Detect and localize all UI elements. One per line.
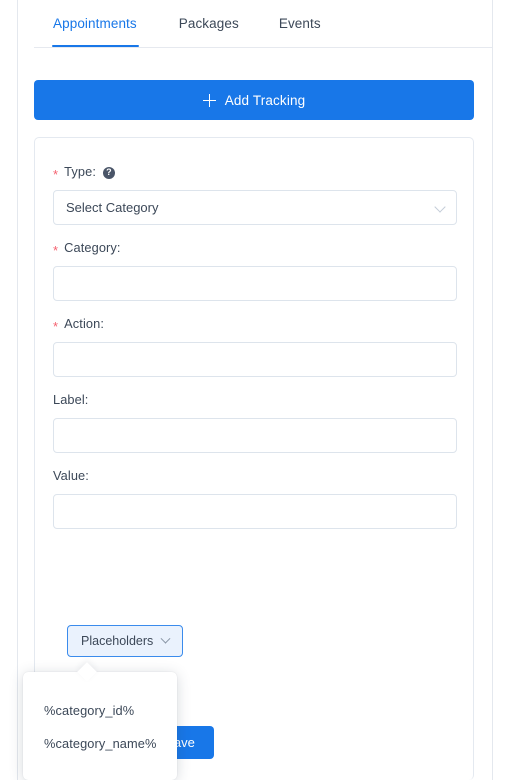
required-marker: * (53, 243, 59, 258)
help-icon[interactable]: ? (102, 166, 115, 179)
tracking-settings-panel: Appointments Packages Events Add Trackin… (18, 0, 492, 780)
field-value-label: Value: (53, 467, 455, 483)
panel-right-edge (492, 0, 493, 780)
action-input[interactable] (53, 342, 457, 377)
type-select[interactable] (53, 190, 457, 225)
field-action: * Action: (53, 316, 457, 377)
plus-icon (202, 93, 216, 107)
field-label-label: Label: (53, 392, 455, 407)
tab-events[interactable]: Events (279, 0, 321, 47)
label-input[interactable] (53, 417, 457, 453)
add-tracking-label: Add Tracking (224, 92, 306, 108)
tab-appointments[interactable]: Appointments (52, 0, 139, 47)
placeholders-button[interactable]: Placeholders (67, 625, 184, 657)
placeholder-item-category-id[interactable]: %category_id% (23, 694, 177, 727)
type-select-shell (53, 190, 457, 225)
field-category: * Category: (53, 240, 457, 301)
add-tracking-button[interactable]: Add Tracking (34, 80, 474, 120)
field-value: Value: (53, 467, 457, 529)
field-type-label: * Type: ? (53, 164, 455, 182)
tab-packages[interactable]: Packages (179, 0, 239, 47)
field-label-label-text: Label: (53, 392, 89, 407)
value-input[interactable] (53, 493, 457, 529)
field-action-label-text: Action: (64, 316, 104, 332)
placeholders-dropdown: %category_id% %category_name% (23, 672, 177, 780)
field-action-label: * Action: (53, 316, 455, 334)
category-input[interactable] (53, 266, 457, 301)
placeholder-item-category-name[interactable]: %category_name% (23, 727, 177, 760)
placeholders-button-label: Placeholders (81, 634, 154, 648)
field-label: Label: (53, 392, 457, 453)
field-category-label-text: Category: (64, 240, 121, 256)
required-marker: * (53, 167, 59, 182)
field-type: * Type: ? (53, 164, 457, 225)
required-marker: * (53, 319, 59, 334)
field-value-label-text: Value: (53, 467, 89, 483)
chevron-down-icon (160, 633, 171, 644)
tab-bar: Appointments Packages Events (34, 0, 492, 48)
field-type-label-text: Type: (64, 164, 96, 180)
field-category-label: * Category: (53, 240, 455, 258)
screen: Appointments Packages Events Add Trackin… (0, 0, 508, 780)
